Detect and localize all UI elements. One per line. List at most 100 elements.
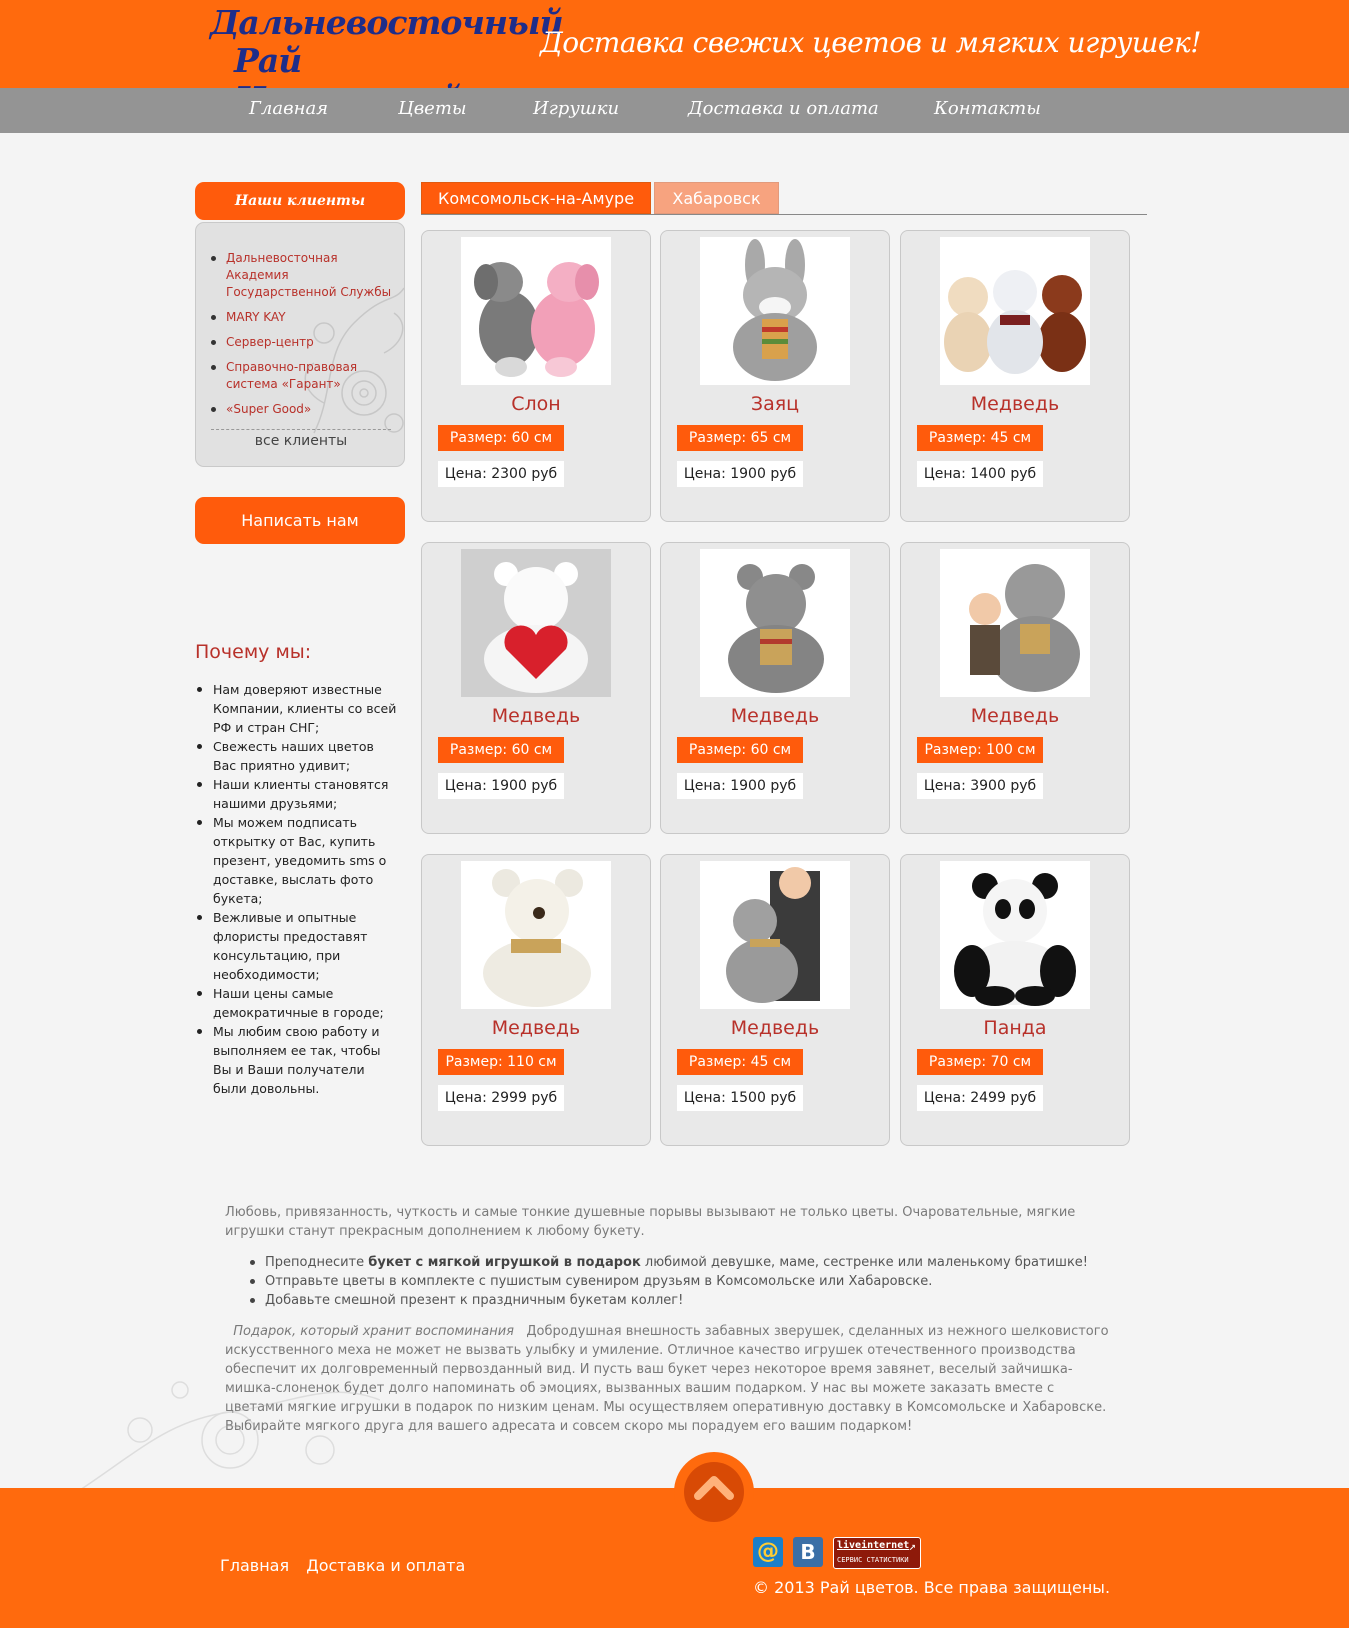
product-price: Цена: 2499 руб: [917, 1085, 1043, 1111]
why-us-item: Наши клиенты становятся нашими друзьями;: [195, 775, 400, 813]
product-size: Размер: 110 см: [438, 1049, 564, 1075]
product-card[interactable]: Медведь Размер: 45 см Цена: 1400 руб: [900, 230, 1130, 522]
site-footer: [0, 1488, 1349, 1628]
product-card[interactable]: Слон Размер: 60 см Цена: 2300 руб: [421, 230, 651, 522]
header-slogan: Доставка свежих цветов и мягких игрушек!: [540, 26, 1201, 59]
white-bear-photo[interactable]: [461, 861, 611, 1009]
clients-title: Наши клиенты: [195, 182, 405, 220]
product-name[interactable]: Панда: [901, 1017, 1129, 1039]
product-card[interactable]: Медведь Размер: 60 см Цена: 1900 руб: [421, 542, 651, 834]
why-us-item: Свежесть наших цветов Вас приятно удивит…: [195, 737, 400, 775]
grey-bear-photo[interactable]: [700, 549, 850, 697]
client-link[interactable]: Сервер-центр: [208, 334, 398, 351]
client-link[interactable]: MARY KAY: [208, 309, 398, 326]
seo-list: Преподнесите букет с мягкой игрушкой в п…: [248, 1253, 1115, 1310]
product-price: Цена: 1900 руб: [438, 773, 564, 799]
product-name[interactable]: Медведь: [661, 1017, 889, 1039]
seo-list-item: Добавьте смешной презент к праздничным б…: [248, 1291, 1115, 1310]
product-name[interactable]: Слон: [422, 393, 650, 415]
product-size: Размер: 60 см: [677, 737, 803, 763]
product-card[interactable]: Медведь Размер: 100 см Цена: 3900 руб: [900, 542, 1130, 834]
product-price: Цена: 2300 руб: [438, 461, 564, 487]
liveinternet-label: liveinternet: [837, 1540, 910, 1551]
floral-ornament-icon: [80, 1381, 380, 1490]
client-link[interactable]: Дальневосточная Академия Государственной…: [208, 250, 398, 301]
arrow-up-right-icon: ↗: [908, 1539, 916, 1553]
product-card[interactable]: Медведь Размер: 110 см Цена: 2999 руб: [421, 854, 651, 1146]
seo-list-item: Отправьте цветы в комплекте с пушистым с…: [248, 1272, 1115, 1291]
why-us-item: Вежливые и опытные флористы предоставят …: [195, 908, 400, 984]
tab-komsomolsk[interactable]: Комсомольск-на-Амуре: [421, 182, 651, 214]
why-us-title: Почему мы:: [195, 641, 312, 663]
clients-box: Дальневосточная Академия Государственной…: [195, 222, 405, 467]
vk-icon[interactable]: B: [793, 1537, 823, 1567]
logo-line1: Дальневосточный: [210, 3, 564, 42]
hare-toy-photo[interactable]: [700, 237, 850, 385]
seo-bold-fragment: букет с мягкой игрушкой в подарок: [368, 1255, 641, 1270]
product-price: Цена: 1900 руб: [677, 773, 803, 799]
product-price: Цена: 3900 руб: [917, 773, 1043, 799]
why-us-list: Нам доверяют известные Компании, клиенты…: [195, 680, 400, 1098]
seo-intro: Любовь, привязанность, чуткость и самые …: [225, 1205, 1076, 1239]
white-bear-heart-photo[interactable]: [461, 549, 611, 697]
product-name[interactable]: Медведь: [661, 705, 889, 727]
why-us-item: Наши цены самые демократичные в городе;: [195, 984, 400, 1022]
product-name[interactable]: Медведь: [901, 705, 1129, 727]
product-name[interactable]: Заяц: [661, 393, 889, 415]
bear-with-child-photo[interactable]: [940, 549, 1090, 697]
clients-divider: [211, 429, 391, 430]
mail-ru-icon[interactable]: @: [753, 1537, 783, 1567]
product-card[interactable]: Панда Размер: 70 см Цена: 2499 руб: [900, 854, 1130, 1146]
clients-list: Дальневосточная Академия Государственной…: [208, 250, 398, 426]
client-link[interactable]: «Super Good»: [208, 401, 398, 418]
site-header: Дальневосточный Рай Цветочный Доставка с…: [0, 0, 1349, 118]
product-price: Цена: 1500 руб: [677, 1085, 803, 1111]
chevron-up-icon: [694, 1476, 734, 1500]
footer-nav: Главная Доставка и оплата: [220, 1556, 477, 1575]
product-size: Размер: 65 см: [677, 425, 803, 451]
why-us-item: Мы можем подписать открытку от Вас, купи…: [195, 813, 400, 908]
nav-item-delivery[interactable]: Доставка и оплата: [688, 98, 879, 119]
product-name[interactable]: Медведь: [901, 393, 1129, 415]
product-size: Размер: 70 см: [917, 1049, 1043, 1075]
product-name[interactable]: Медведь: [422, 705, 650, 727]
why-us-item: Мы любим свою работу и выполняем ее так,…: [195, 1022, 400, 1098]
nav-item-flowers[interactable]: Цветы: [398, 98, 467, 119]
tab-khabarovsk[interactable]: Хабаровск: [654, 182, 779, 214]
product-size: Размер: 45 см: [917, 425, 1043, 451]
seo-text-fragment: любимой девушке, маме, сестренке или мал…: [640, 1255, 1088, 1270]
product-size: Размер: 60 см: [438, 737, 564, 763]
product-price: Цена: 2999 руб: [438, 1085, 564, 1111]
bears-toy-photo[interactable]: [940, 237, 1090, 385]
product-card[interactable]: Заяц Размер: 65 см Цена: 1900 руб: [660, 230, 890, 522]
panda-toy-photo[interactable]: [940, 861, 1090, 1009]
nav-item-home[interactable]: Главная: [249, 98, 328, 119]
copyright: © 2013 Рай цветов. Все права защищены.: [753, 1578, 1111, 1597]
product-name[interactable]: Медведь: [422, 1017, 650, 1039]
product-card[interactable]: Медведь Размер: 60 см Цена: 1900 руб: [660, 542, 890, 834]
all-clients-link[interactable]: все клиенты: [196, 433, 404, 449]
product-size: Размер: 45 см: [677, 1049, 803, 1075]
girl-with-bear-photo[interactable]: [700, 861, 850, 1009]
product-size: Размер: 60 см: [438, 425, 564, 451]
product-price: Цена: 1900 руб: [677, 461, 803, 487]
elephant-toy-photo[interactable]: [461, 237, 611, 385]
footer-link-delivery[interactable]: Доставка и оплата: [306, 1556, 465, 1575]
scroll-top-button[interactable]: [674, 1452, 754, 1532]
product-card[interactable]: Медведь Размер: 45 см Цена: 1500 руб: [660, 854, 890, 1146]
write-us-button[interactable]: Написать нам: [195, 497, 405, 544]
client-link[interactable]: Справочно-правовая система «Гарант»: [208, 359, 398, 393]
seo-lead: Подарок, который хранит воспоминания: [233, 1324, 514, 1339]
why-us-item: Нам доверяют известные Компании, клиенты…: [195, 680, 400, 737]
product-size: Размер: 100 см: [917, 737, 1043, 763]
nav-item-contacts[interactable]: Контакты: [934, 98, 1041, 119]
seo-list-item: Преподнесите букет с мягкой игрушкой в п…: [248, 1253, 1115, 1272]
liveinternet-counter[interactable]: liveinternet ↗ СЕРВИС СТАТИСТИКИ: [833, 1537, 921, 1569]
tab-underline: [421, 214, 1147, 215]
seo-text-fragment: Преподнесите: [265, 1255, 369, 1270]
liveinternet-sub: СЕРВИС СТАТИСТИКИ: [837, 1556, 909, 1564]
main-nav: Главная Цветы Игрушки Доставка и оплата …: [0, 88, 1349, 133]
footer-link-home[interactable]: Главная: [220, 1556, 289, 1575]
product-price: Цена: 1400 руб: [917, 461, 1043, 487]
nav-item-toys[interactable]: Игрушки: [533, 98, 619, 119]
